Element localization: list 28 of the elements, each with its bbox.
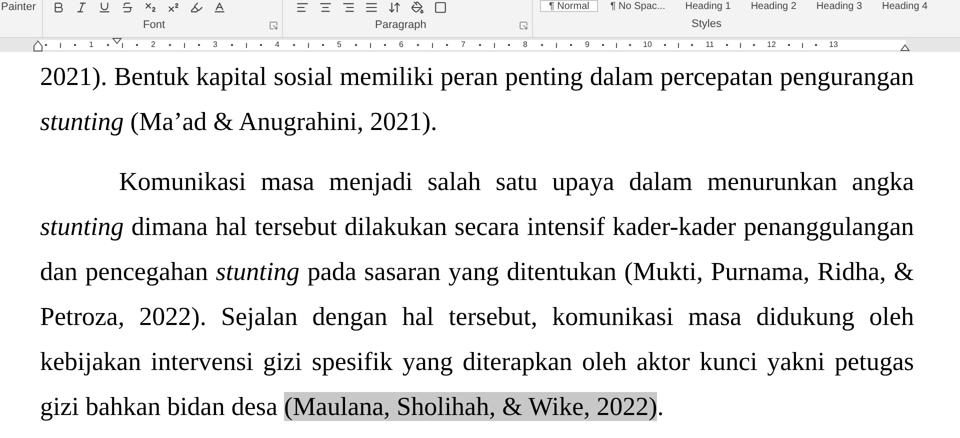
body-paragraph: 2021). Bentuk kapital sosial memiliki peran penting dalam percepatan pengurangan stunting (Ma’ad & Anugrahini, 2021).	[40, 61, 914, 138]
dialog-launcher-icon[interactable]	[269, 21, 278, 30]
ruler-number: 2	[150, 40, 156, 50]
ruler-number: 12	[767, 40, 776, 50]
style-gallery-item[interactable]: Heading 4	[874, 0, 936, 12]
dialog-launcher-icon[interactable]	[519, 21, 528, 30]
group-label: Font	[143, 18, 166, 34]
ruler-number: 6	[398, 40, 404, 50]
left-indent-marker-icon[interactable]	[33, 40, 43, 52]
ruler-number: 13	[829, 40, 838, 50]
style-gallery-item[interactable]: ¶ Normal	[540, 0, 598, 12]
ruler-number: 8	[522, 40, 528, 50]
ruler-number: 9	[584, 40, 590, 50]
ruler-number: 1	[88, 40, 94, 50]
ruler-number: 3	[212, 40, 218, 50]
ruler-number: 10	[643, 40, 652, 50]
style-gallery-item[interactable]: Heading 2	[742, 0, 804, 12]
style-gallery-item[interactable]: Heading 1	[677, 0, 739, 12]
format-painter-label[interactable]: Painter	[0, 0, 42, 14]
group-label: Styles	[692, 17, 722, 32]
group-label: Paragraph	[375, 18, 426, 34]
ruler-number: 5	[336, 40, 342, 50]
ruler-number: 11	[706, 40, 714, 50]
body-paragraph: Komunikasi masa menjadi salah satu upaya dalam menurunkan angka stunting dimana hal tersebut dilakukan secara intensif kader-kader penanggulangan dan pencegahan stunting pada sasaran yang ditentukan (Mukti, Purnama, Ridha, & Petroza, 2022). Sejalan dengan hal tersebut, komunikasi masa didukung oleh kebijakan intervensi gizi spesifik yang diterapkan oleh aktor kunci yakni petugas gizi bahkan bidan desa (Maulana, Sholihah, & Wike, 2022).	[40, 166, 914, 423]
ruler-number: 7	[460, 40, 466, 50]
style-gallery-item[interactable]: ¶ No Spac...	[602, 0, 674, 12]
style-gallery-item[interactable]: Heading 3	[808, 0, 870, 12]
ruler-number: 4	[274, 40, 280, 50]
